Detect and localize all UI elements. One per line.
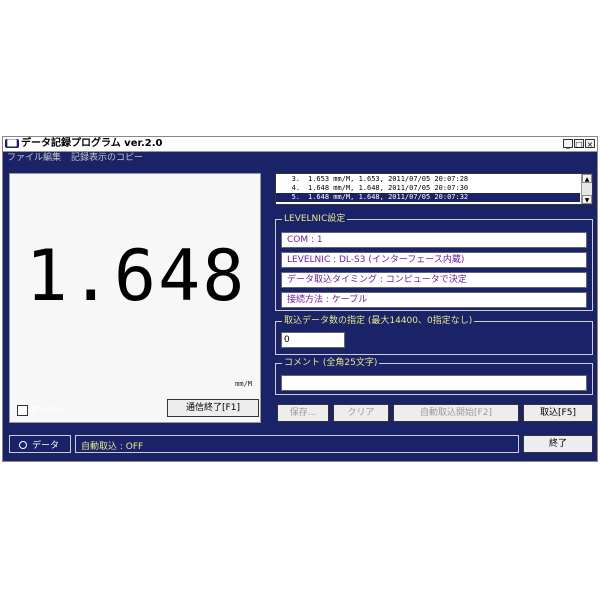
com-field: COM : 1: [281, 232, 587, 248]
capture-count-title: 取込データ数の指定 (最大14400、0指定なし): [282, 315, 475, 327]
log-row-text: 1.648 mm/M, 1.648, 2011/07/05 20:07:30: [308, 184, 469, 192]
log-row-text: 1.648 mm/M, 1.648, 2011/07/05 20:07:32: [308, 193, 469, 201]
auto-capture-start-button[interactable]: 自動取込開始[F2]: [393, 404, 519, 422]
value-unit: mm/M: [235, 380, 252, 388]
connection-field: 接続方法 : ケーブル: [281, 292, 587, 308]
measured-value: 1.648: [25, 235, 247, 317]
status-indicator-icon: [19, 441, 27, 449]
log-row[interactable]: 3. 1.653 mm/M, 1.653, 2011/07/05 20:07:28: [276, 175, 580, 184]
comment-title: コメント (全角25文字): [282, 357, 380, 369]
clear-button[interactable]: クリア: [333, 404, 389, 422]
log-row[interactable]: 4. 1.648 mm/M, 1.648, 2011/07/05 20:07:30: [276, 184, 580, 193]
data-status: データ: [9, 435, 71, 453]
minimize-button[interactable]: _: [563, 139, 573, 149]
menu-edit[interactable]: 編集: [43, 152, 61, 165]
scroll-down-icon[interactable]: ▼: [582, 195, 592, 204]
log-row-index: 3.: [291, 175, 300, 183]
timing-field: データ取込タイミング : コンピュータで決定: [281, 272, 587, 288]
title-bar: ██ データ記録プログラム ver.2.0 _ □ ×: [3, 137, 597, 152]
app-icon: ██: [5, 139, 19, 148]
data-status-label: データ: [32, 441, 60, 451]
stop-comm-button[interactable]: 通信終了[F1]: [167, 399, 259, 417]
maximize-button[interactable]: □: [574, 139, 584, 149]
menu-file[interactable]: ファイル: [7, 152, 43, 165]
scroll-up-icon[interactable]: ▲: [582, 174, 592, 183]
levelnic-settings-title: LEVELNIC設定: [282, 213, 348, 225]
model-field: LEVELNIC : DL-S3 (インターフェース内蔵): [281, 252, 587, 268]
log-scrollbar[interactable]: ▲ ▼: [581, 174, 592, 204]
value-display: 1.648 mm/M: [9, 173, 261, 423]
log-row-text: 1.653 mm/M, 1.653, 2011/07/05 20:07:28: [308, 175, 469, 183]
menu-copy-record[interactable]: 記録表示のコピー: [71, 152, 143, 165]
show-only-checkbox[interactable]: [17, 405, 28, 416]
capture-count-input[interactable]: 0: [281, 332, 345, 348]
capture-count-group: 取込データ数の指定 (最大14400、0指定なし) 0: [275, 315, 593, 355]
capture-button[interactable]: 取込[F5]: [523, 404, 593, 422]
main-window: ██ データ記録プログラム ver.2.0 _ □ × ファイル 編集 記録表示…: [2, 136, 598, 462]
show-only-label: 表示のみ: [30, 406, 67, 416]
record-log[interactable]: 3. 1.653 mm/M, 1.653, 2011/07/05 20:07:28…: [275, 173, 593, 205]
window-title: データ記録プログラム ver.2.0: [21, 138, 163, 149]
save-button[interactable]: 保存...: [277, 404, 329, 422]
exit-button[interactable]: 終了: [523, 435, 593, 453]
close-button[interactable]: ×: [585, 139, 595, 149]
comment-input[interactable]: [281, 375, 587, 391]
comment-group: コメント (全角25文字): [275, 357, 593, 395]
log-row-index: 4.: [291, 184, 300, 192]
log-row-selected[interactable]: 5. 1.648 mm/M, 1.648, 2011/07/05 20:07:32: [276, 193, 580, 202]
auto-capture-status: 自動取込 : OFF: [75, 435, 519, 453]
levelnic-settings-group: LEVELNIC設定 COM : 1 LEVELNIC : DL-S3 (インタ…: [275, 213, 593, 311]
auto-capture-status-label: 自動取込 : OFF: [81, 442, 144, 452]
log-row-index: 5.: [291, 193, 300, 201]
menu-bar: ファイル 編集 記録表示のコピー: [3, 152, 597, 165]
